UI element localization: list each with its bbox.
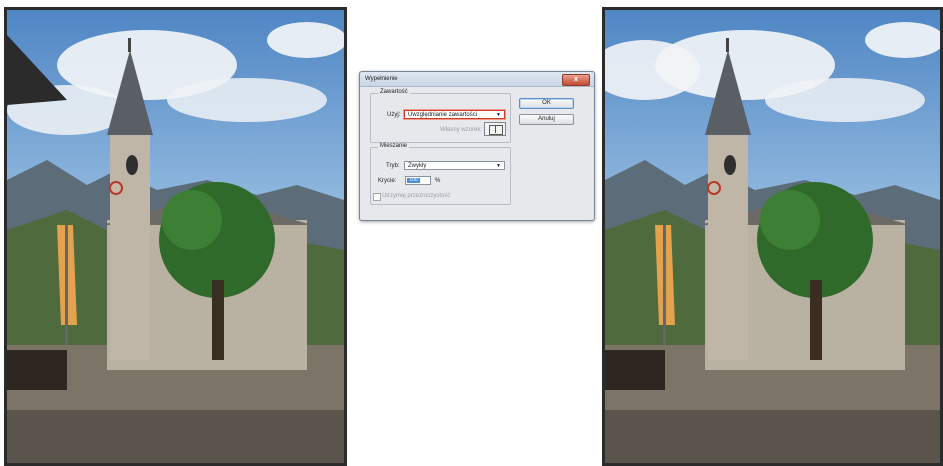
blending-legend: Mieszanie — [378, 143, 410, 149]
mode-select-value: Zwykły — [408, 163, 427, 169]
opacity-label: Krycie: — [378, 178, 397, 184]
ok-button[interactable]: OK — [519, 98, 574, 109]
pattern-swatch-icon — [489, 125, 503, 135]
pattern-divider — [495, 125, 496, 133]
opacity-input[interactable]: 100 — [405, 176, 431, 185]
church-landscape-image — [7, 10, 344, 463]
use-select[interactable]: Uwzględnianie zawartości ▼ — [404, 110, 505, 119]
custom-pattern-label: Własny wzorek: — [440, 127, 483, 133]
use-label: Użyj: — [387, 112, 401, 118]
close-icon: x — [574, 76, 578, 83]
dialog-title: Wypełnienie — [365, 76, 398, 82]
opacity-value: 100 — [407, 178, 420, 183]
after-photo — [602, 7, 943, 466]
preserve-transparency-checkbox[interactable] — [373, 193, 381, 201]
mode-label: Tryb: — [386, 163, 400, 169]
cancel-button[interactable]: Anuluj — [519, 114, 574, 125]
preserve-transparency-label: Utrzymaj przezroczystość — [382, 193, 451, 199]
chevron-down-icon: ▼ — [496, 112, 501, 118]
opacity-unit: % — [435, 178, 441, 184]
fill-dialog: Wypełnienie x Zawartość Użyj: Uwzględnia… — [359, 71, 595, 221]
chevron-down-icon: ▼ — [496, 163, 501, 169]
church-landscape-image — [605, 10, 940, 463]
mode-select[interactable]: Zwykły ▼ — [404, 161, 505, 170]
close-button[interactable]: x — [562, 74, 590, 86]
use-select-value: Uwzględnianie zawartości — [408, 112, 478, 118]
before-photo — [4, 7, 347, 466]
dialog-titlebar[interactable]: Wypełnienie x — [360, 72, 594, 87]
contents-legend: Zawartość — [378, 89, 410, 95]
custom-pattern-picker[interactable] — [484, 122, 506, 136]
